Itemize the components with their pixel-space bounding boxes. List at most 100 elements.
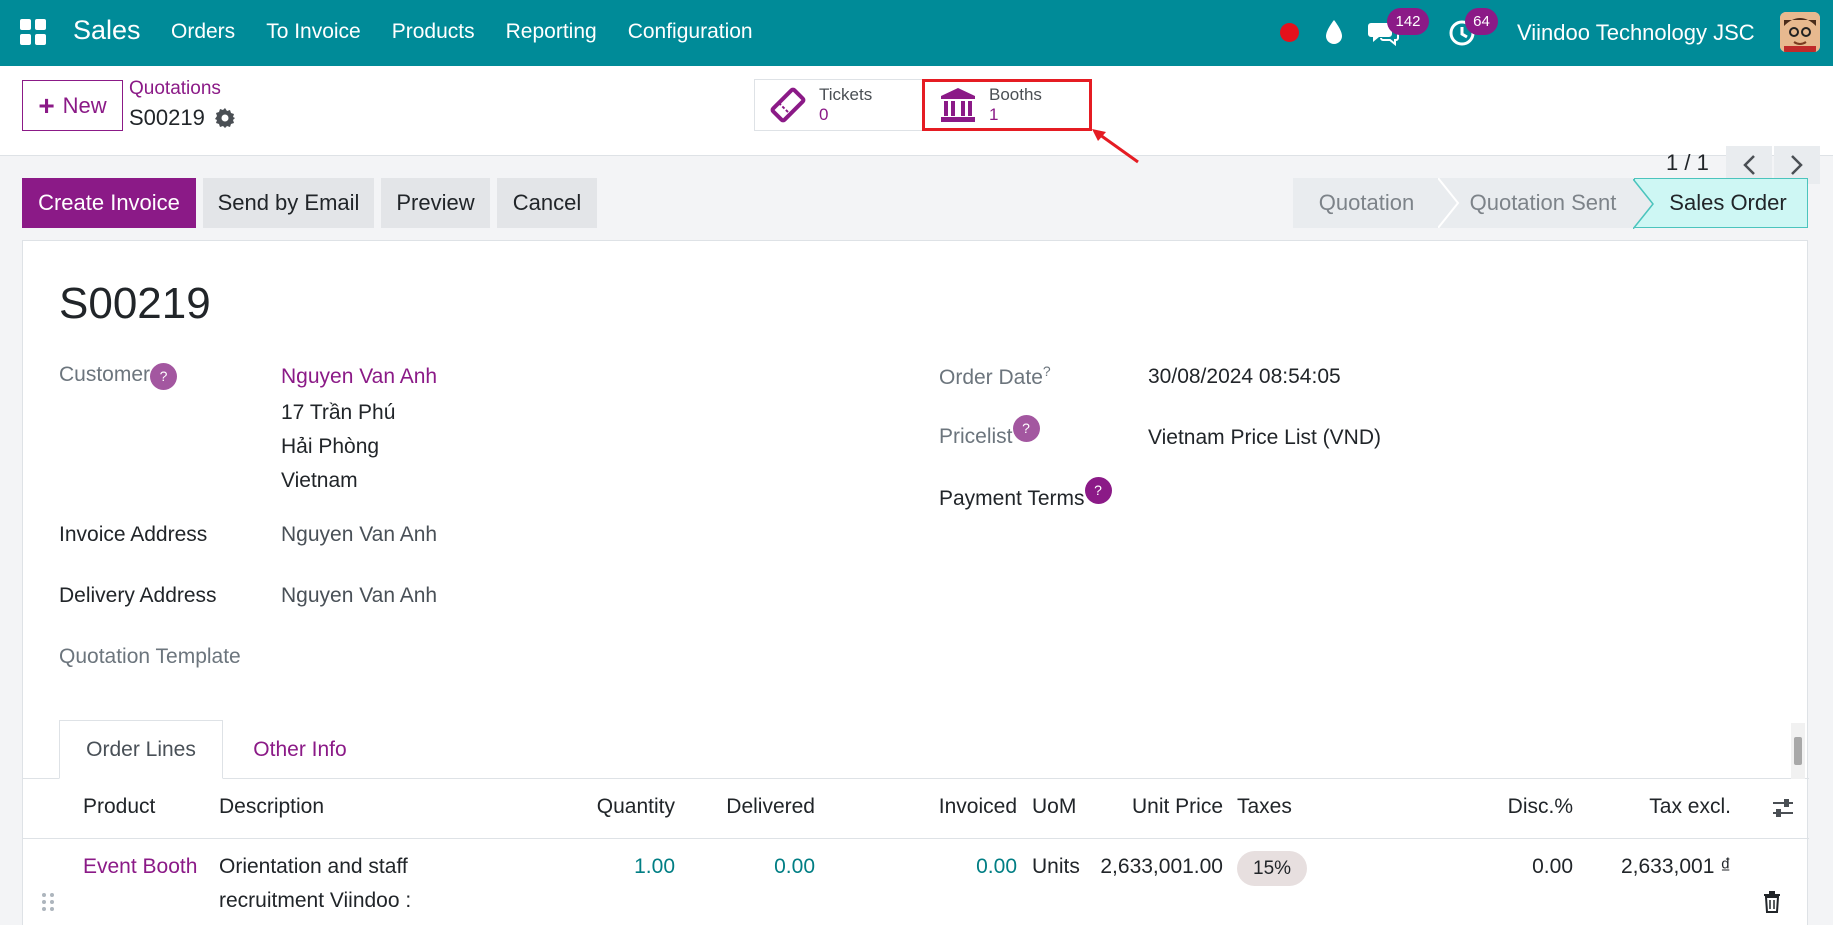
create-invoice-button[interactable]: Create Invoice — [22, 178, 196, 228]
line-invoiced[interactable]: 0.00 — [893, 855, 1017, 879]
column-header-product[interactable]: Product — [83, 795, 155, 819]
trash-icon[interactable] — [1762, 891, 1782, 913]
menu-to-invoice[interactable]: To Invoice — [266, 20, 361, 44]
delivery-address-field[interactable]: Nguyen Van Anh — [281, 584, 437, 608]
booths-label: Booths — [989, 85, 1042, 104]
menu-orders[interactable]: Orders — [171, 20, 235, 44]
line-description-2[interactable]: recruitment Viindoo : — [219, 889, 411, 913]
new-button-label: New — [62, 92, 107, 118]
line-tax-tag[interactable]: 15% — [1237, 851, 1308, 886]
send-by-email-button[interactable]: Send by Email — [203, 178, 374, 228]
column-header-tax-excl[interactable]: Tax excl. — [1603, 795, 1731, 819]
apps-grid-icon[interactable] — [20, 19, 46, 45]
status-stages: Quotation Quotation Sent Sales Order — [1293, 178, 1808, 229]
column-header-unit-price[interactable]: Unit Price — [1093, 795, 1223, 819]
invoice-address-label: Invoice Address — [59, 523, 208, 546]
tab-other-info[interactable]: Other Info — [245, 720, 355, 779]
stage-separator-icon — [1438, 178, 1460, 228]
customer-address-city: Hải Phòng — [281, 435, 380, 458]
recording-dot-icon[interactable] — [1280, 23, 1299, 42]
company-switcher[interactable]: Viindoo Technology JSC — [1517, 20, 1755, 46]
line-unit-price[interactable]: 2,633,001.00 — [1083, 855, 1223, 879]
column-header-delivered[interactable]: Delivered — [703, 795, 815, 819]
order-title: S00219 — [59, 279, 211, 328]
user-avatar[interactable] — [1780, 12, 1820, 52]
stage-quotation-sent-label: Quotation Sent — [1469, 190, 1617, 215]
help-icon[interactable]: ? — [1084, 477, 1112, 504]
chevron-right-icon — [1791, 155, 1803, 175]
optional-columns-sliders-icon[interactable] — [1771, 797, 1795, 819]
ticket-icon — [770, 87, 806, 123]
line-product[interactable]: Event Booth — [83, 855, 197, 879]
help-icon[interactable]: ? — [1012, 415, 1040, 442]
stage-sales-order-label: Sales Order — [1669, 190, 1787, 215]
scrollbar[interactable] — [1791, 723, 1805, 779]
app-brand[interactable]: Sales — [73, 15, 141, 46]
pricelist-label: Pricelist? — [939, 415, 1040, 449]
line-tax-excl: 2,633,001 ₫ — [1620, 855, 1731, 878]
main-menu: Orders To Invoice Products Reporting Con… — [171, 20, 753, 44]
institution-building-icon — [941, 88, 975, 122]
customer-label-text: Customer — [59, 363, 151, 386]
stage-sales-order[interactable]: Sales Order — [1633, 178, 1808, 229]
stage-quotation[interactable]: Quotation — [1293, 178, 1440, 228]
top-navbar: Sales Orders To Invoice Products Reporti… — [0, 0, 1833, 66]
order-date-label-text: Order Date — [939, 366, 1043, 389]
gear-icon[interactable] — [214, 108, 235, 128]
help-icon[interactable]: ? — [150, 363, 178, 390]
column-header-invoiced[interactable]: Invoiced — [893, 795, 1017, 819]
customer-address-street: 17 Trần Phú — [281, 401, 396, 424]
annotation-arrow-icon — [1092, 129, 1139, 164]
line-quantity[interactable]: 1.00 — [583, 855, 675, 879]
tab-order-lines[interactable]: Order Lines — [59, 720, 223, 779]
menu-products[interactable]: Products — [392, 20, 475, 44]
column-header-uom[interactable]: UoM — [1032, 795, 1076, 819]
order-date-field[interactable]: 30/08/2024 08:54:05 — [1148, 365, 1341, 389]
line-discount[interactable]: 0.00 — [1463, 855, 1573, 879]
customer-label: Customer? — [59, 363, 178, 390]
menu-configuration[interactable]: Configuration — [628, 20, 753, 44]
invoice-address-field[interactable]: Nguyen Van Anh — [281, 523, 437, 547]
column-header-quantity[interactable]: Quantity — [583, 795, 675, 819]
plus-icon: + — [38, 89, 55, 121]
form-sheet: S00219 Customer? Nguyen Van Anh 17 Trần … — [22, 240, 1809, 925]
breadcrumb-quotations[interactable]: Quotations — [129, 78, 221, 100]
help-icon[interactable]: ? — [1043, 363, 1051, 379]
new-button[interactable]: + New — [22, 80, 123, 131]
messages-count-badge[interactable]: 142 — [1387, 8, 1429, 35]
water-drop-icon[interactable] — [1322, 19, 1346, 45]
table-header-divider — [23, 838, 1809, 839]
tickets-label: Tickets — [819, 85, 873, 104]
booths-count: 1 — [989, 105, 999, 124]
column-header-taxes[interactable]: Taxes — [1237, 795, 1292, 819]
pricelist-label-text: Pricelist — [939, 425, 1013, 448]
tickets-count: 0 — [819, 105, 829, 124]
line-description-1[interactable]: Orientation and staff — [219, 855, 408, 879]
cancel-button[interactable]: Cancel — [497, 178, 597, 228]
customer-address-country: Vietnam — [281, 469, 358, 492]
payment-terms-label-text: Payment Terms — [939, 487, 1085, 510]
pager-value[interactable]: 1 / 1 — [1666, 150, 1709, 176]
control-panel: + New Quotations S00219 Tickets 0 Booths… — [0, 66, 1833, 184]
stage-quotation-sent[interactable]: Quotation Sent — [1438, 178, 1634, 228]
tickets-smart-button[interactable]: Tickets 0 — [754, 79, 923, 131]
booths-smart-button[interactable]: Booths 1 — [922, 79, 1092, 131]
customer-name-link[interactable]: Nguyen Van Anh — [281, 365, 437, 389]
breadcrumb-current-record: S00219 — [129, 105, 235, 131]
order-date-label: Order Date? — [939, 363, 1051, 390]
record-name: S00219 — [129, 105, 205, 130]
activities-count-badge[interactable]: 64 — [1465, 8, 1498, 35]
column-header-discount[interactable]: Disc.% — [1463, 795, 1573, 819]
pricelist-field[interactable]: Vietnam Price List (VND) — [1148, 426, 1381, 450]
line-uom[interactable]: Units — [1032, 855, 1080, 879]
scrollbar-thumb[interactable] — [1794, 737, 1802, 765]
menu-reporting[interactable]: Reporting — [506, 20, 597, 44]
line-delivered[interactable]: 0.00 — [703, 855, 815, 879]
column-header-description[interactable]: Description — [219, 795, 324, 819]
avatar-face-icon — [1780, 12, 1820, 52]
delivery-address-label: Delivery Address — [59, 584, 217, 607]
payment-terms-label: Payment Terms? — [939, 477, 1112, 511]
quotation-template-label: Quotation Template — [59, 645, 241, 668]
preview-button[interactable]: Preview — [381, 178, 490, 228]
drag-handle-icon[interactable] — [40, 891, 56, 913]
